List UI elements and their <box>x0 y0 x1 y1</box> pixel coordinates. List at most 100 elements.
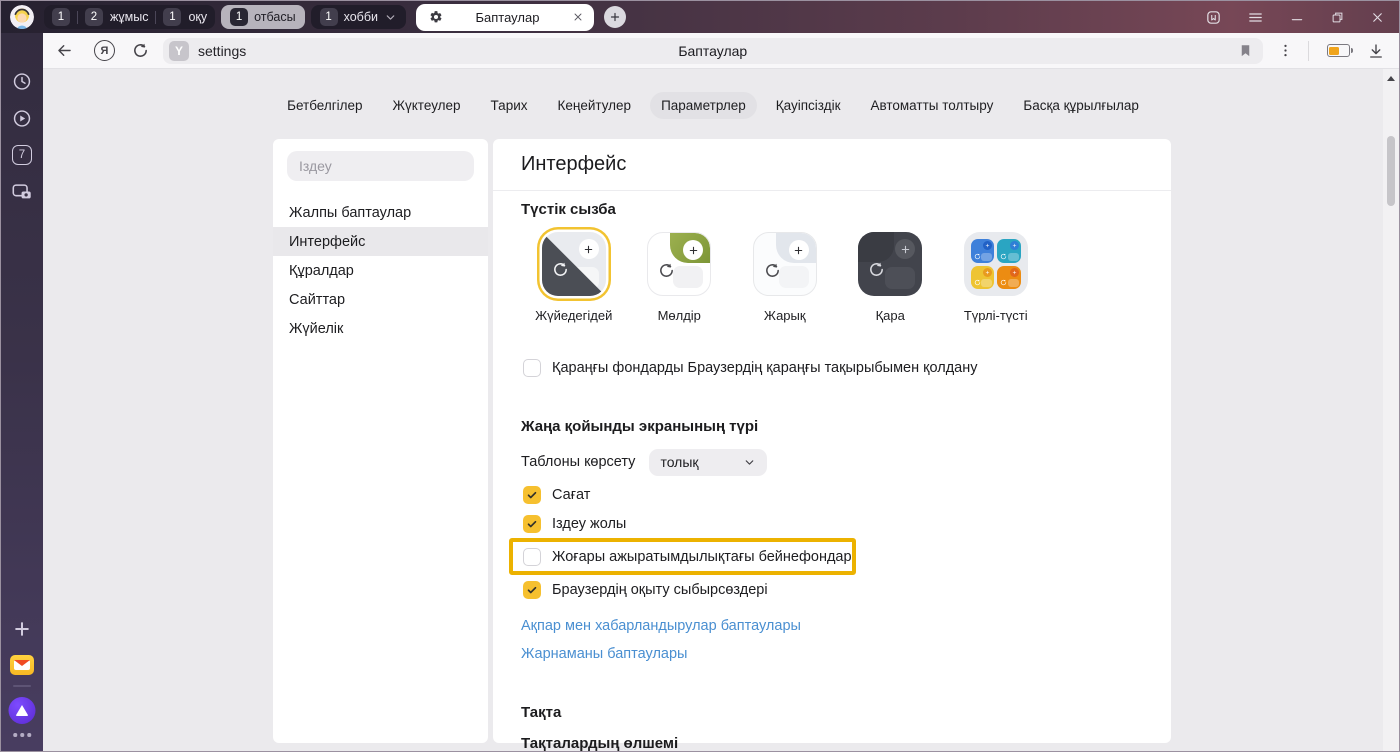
alice-assistant-icon[interactable] <box>9 697 36 724</box>
battery-icon[interactable] <box>1327 44 1354 57</box>
sidebar-item-tools[interactable]: Құралдар <box>273 256 488 285</box>
rail-more-icon[interactable] <box>13 733 31 737</box>
color-scheme-heading: Түстік сызба <box>521 201 1143 218</box>
screenshot-icon[interactable] <box>11 181 33 203</box>
toolbar-divider <box>1308 41 1309 61</box>
sidebar-item-sites[interactable]: Сайттар <box>273 285 488 314</box>
refresh-icon[interactable] <box>132 42 149 59</box>
tableau-select[interactable]: толық <box>649 449 767 476</box>
address-toolbar: Я Y settings Баптаулар <box>43 33 1399 69</box>
checkbox-unchecked[interactable] <box>523 359 541 377</box>
theme-label: Мөлдір <box>658 308 701 323</box>
option-label: Қараңғы фондарды Браузердің қараңғы тақы… <box>552 360 978 376</box>
checkbox-checked[interactable] <box>523 486 541 504</box>
media-play-icon[interactable] <box>12 108 33 129</box>
history-icon[interactable] <box>12 71 33 92</box>
settings-nav-tabs: Бетбелгілер Жүктеулер Тарих Кеңейтулер П… <box>43 92 1383 119</box>
settings-search[interactable] <box>287 151 474 181</box>
scrollbar-thumb[interactable] <box>1387 136 1395 206</box>
restore-window-icon[interactable] <box>1330 10 1345 25</box>
yandex-home-icon[interactable]: Я <box>94 40 115 61</box>
tab-bookmarks[interactable]: Бетбелгілер <box>276 92 373 119</box>
theme-label: Қара <box>876 308 905 323</box>
profile-avatar[interactable] <box>10 5 34 29</box>
tab-group-4-label: отбасы <box>254 10 295 24</box>
tab-extensions[interactable]: Кеңейтулер <box>547 92 643 119</box>
page-title: Интерфейс <box>493 139 1171 191</box>
browser-window: 1 2 жұмыс 1 оқу 1 отбасы 1 хобби Баптаул… <box>0 0 1400 752</box>
theme-label: Жүйедегідей <box>535 308 612 323</box>
minimize-icon[interactable] <box>1289 9 1305 25</box>
group-divider <box>155 11 156 24</box>
kebab-menu-icon[interactable] <box>1277 42 1294 59</box>
browser-tips-option: Браузердің оқыту сыбырсөздері <box>523 575 1143 604</box>
url-text[interactable]: settings <box>198 43 246 59</box>
settings-main-panel: Интерфейс Түстік сызба Жүйедегідей <box>493 139 1171 743</box>
site-favicon: Y <box>169 41 189 61</box>
tableau-label: Таблоны көрсету <box>521 454 635 470</box>
tab-other-devices[interactable]: Басқа құрылғылар <box>1012 92 1150 119</box>
theme-light[interactable]: Жарық <box>732 232 838 323</box>
tab-downloads[interactable]: Жүктеулер <box>382 92 472 119</box>
news-notifications-link[interactable]: Ақпар мен хабарландырулар баптаулары <box>521 612 1143 640</box>
checkbox-checked[interactable] <box>523 515 541 533</box>
window-controls <box>1205 1 1399 33</box>
rail-add-icon[interactable] <box>12 619 32 639</box>
tab-group-1[interactable]: 1 <box>52 8 70 26</box>
theme-transparent[interactable]: Мөлдір <box>627 232 733 323</box>
downloads-icon[interactable] <box>1367 42 1385 60</box>
search-input[interactable] <box>299 158 462 174</box>
tab-close-icon[interactable] <box>572 11 584 23</box>
tab-autofill[interactable]: Автоматты толтыру <box>859 92 1004 119</box>
active-tab[interactable]: Баптаулар <box>416 4 594 31</box>
theme-colorful[interactable]: Түрлі-түсті <box>943 232 1049 323</box>
ads-settings-link[interactable]: Жарнаманы баптаулары <box>521 640 1143 668</box>
theme-label: Жарық <box>764 308 806 323</box>
tab-history[interactable]: Тарих <box>480 92 539 119</box>
clock-option: Сағат <box>523 480 1143 509</box>
tab-group-2-label[interactable]: жұмыс <box>110 10 148 24</box>
refresh-icon <box>552 261 569 278</box>
active-tab-title: Баптаулар <box>443 10 572 25</box>
new-tab-heading: Жаңа қойынды экранының түрі <box>521 418 1143 435</box>
checkbox-unchecked[interactable] <box>523 548 541 566</box>
tab-group-3-count[interactable]: 1 <box>163 8 181 26</box>
browser-menu-icon[interactable] <box>1247 9 1264 26</box>
settings-links: Ақпар мен хабарландырулар баптаулары Жар… <box>521 612 1143 668</box>
checkbox-checked[interactable] <box>523 581 541 599</box>
tab-group-4-count: 1 <box>230 8 248 26</box>
tabs-panel-icon[interactable] <box>1205 9 1222 26</box>
plus-icon <box>789 240 809 260</box>
hd-video-backgrounds-option: Жоғары ажыратымдылықтағы бейнефондар <box>523 542 852 571</box>
tab-group-selected[interactable]: 1 отбасы <box>221 5 304 29</box>
address-bar[interactable]: Y settings Баптаулар <box>163 38 1263 64</box>
tab-count: 7 <box>19 149 25 161</box>
tab-group-2-count[interactable]: 2 <box>85 8 103 26</box>
settings-sidebar: Жалпы баптаулар Интерфейс Құралдар Сайтт… <box>273 139 488 743</box>
tab-group-hobby[interactable]: 1 хобби <box>311 5 406 29</box>
page-title-center: Баптаулар <box>163 43 1263 59</box>
scroll-up-arrow[interactable] <box>1387 76 1395 81</box>
sidebar-item-interface[interactable]: Интерфейс <box>273 227 488 256</box>
search-bar-option: Іздеу жолы <box>523 509 1143 538</box>
new-tab-button[interactable] <box>604 6 626 28</box>
tab-group-3-label[interactable]: оқу <box>188 10 207 24</box>
sidebar-item-system[interactable]: Жүйелік <box>273 314 488 343</box>
bookmark-icon[interactable] <box>1238 43 1253 58</box>
theme-dark[interactable]: Қара <box>838 232 944 323</box>
close-window-icon[interactable] <box>1370 10 1385 25</box>
back-icon[interactable] <box>55 41 74 60</box>
chevron-down-icon <box>743 456 756 469</box>
tableau-setting: Таблоны көрсету толық <box>521 448 1143 476</box>
sidebar-item-general[interactable]: Жалпы баптаулар <box>273 198 488 227</box>
tab-group-5-label: хобби <box>344 10 378 24</box>
yandex-mail-icon[interactable] <box>10 655 34 675</box>
scrollbar[interactable] <box>1383 69 1399 751</box>
new-tab-options: Сағат Іздеу жолы Жоғары ажыратымдылықтағ… <box>521 480 1143 604</box>
dark-backgrounds-option: Қараңғы фондарды Браузердің қараңғы тақы… <box>523 353 1143 382</box>
tab-security[interactable]: Қауіпсіздік <box>765 92 852 119</box>
tab-counter-icon[interactable]: 7 <box>12 145 32 165</box>
tab-settings[interactable]: Параметрлер <box>650 92 757 119</box>
selected-option: толық <box>660 454 698 470</box>
theme-system[interactable]: Жүйедегідей <box>521 232 627 323</box>
